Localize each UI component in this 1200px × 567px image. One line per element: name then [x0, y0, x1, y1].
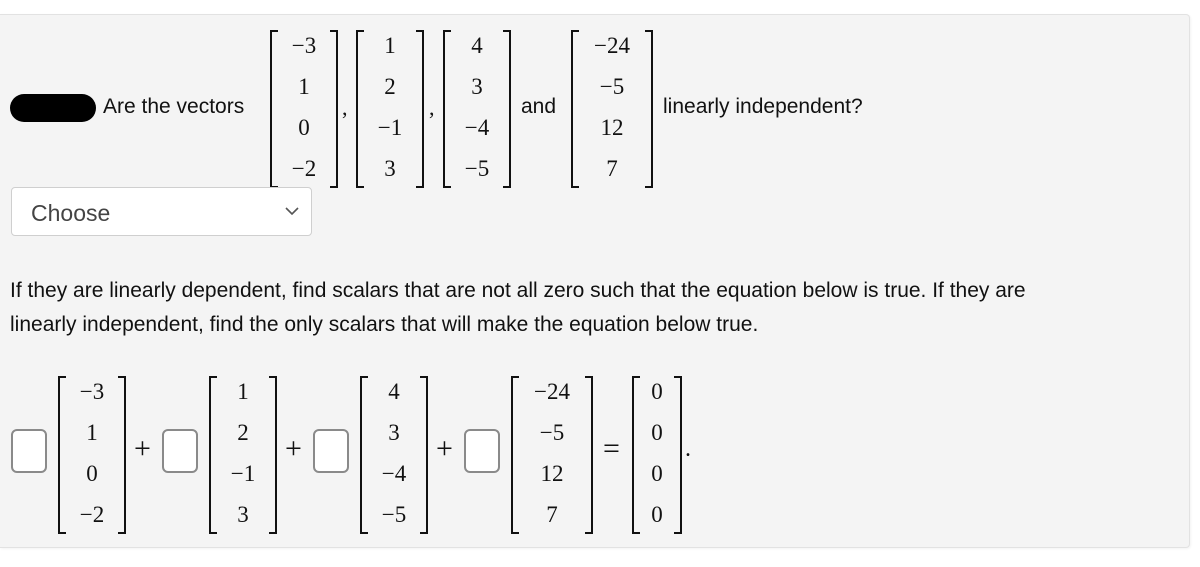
question-prefix: Are the vectors	[103, 95, 245, 118]
vector-entry: 0	[651, 420, 663, 445]
vector-entry: −5	[539, 420, 565, 445]
scalar-input-4[interactable]	[464, 429, 500, 473]
vector-entry: −4	[381, 461, 407, 486]
instructions-line-1: If they are linearly dependent, find sca…	[10, 279, 1026, 302]
question-vector-1: −3 1 0 −2	[270, 30, 338, 188]
vector-entry: 1	[86, 420, 98, 445]
vector-entry: −2	[79, 502, 105, 527]
chevron-down-icon	[285, 207, 299, 216]
vector-entry: −4	[464, 115, 490, 140]
vector-entry: 0	[651, 379, 663, 404]
and-word: and	[521, 95, 557, 118]
vector-entry: 1	[298, 74, 310, 99]
vector-entry: −1	[230, 461, 256, 486]
vector-entry: 0	[651, 502, 663, 527]
instructions-line-2: linearly independent, find the only scal…	[10, 313, 759, 336]
vector-entry: 4	[471, 33, 483, 58]
vector-entry: 0	[298, 115, 310, 140]
vector-entry: 7	[546, 502, 558, 527]
equation-vector-2: 1 2 −1 3	[209, 376, 277, 534]
plus-sign: +	[285, 432, 302, 465]
equals-sign: =	[603, 432, 620, 465]
vector-entry: −24	[594, 33, 630, 58]
vector-entry: −24	[534, 379, 570, 404]
question-vector-4: −24 −5 12 7	[571, 30, 653, 188]
vector-entry: −2	[291, 156, 317, 181]
question-vector-2: 1 2 −1 3	[356, 30, 424, 188]
vector-entry: 12	[540, 461, 564, 486]
answer-dropdown[interactable]: Choose	[11, 187, 312, 236]
vector-entry: −3	[291, 33, 317, 58]
vector-entry: 3	[471, 74, 483, 99]
redacted-label	[10, 94, 96, 122]
vector-entry: 0	[86, 461, 98, 486]
vector-entry: 3	[388, 420, 400, 445]
vector-entry: 0	[651, 461, 663, 486]
vector-entry: 2	[384, 74, 396, 99]
equation-vector-1: −3 1 0 −2	[58, 376, 126, 534]
plus-sign: +	[436, 432, 453, 465]
equation-vector-4: −24 −5 12 7	[511, 376, 593, 534]
vector-entry: 3	[237, 502, 249, 527]
dropdown-value: Choose	[31, 200, 111, 226]
vector-entry: −5	[464, 156, 490, 181]
plus-sign: +	[134, 432, 151, 465]
scalar-input-1[interactable]	[11, 429, 47, 473]
comma-separator: ,	[342, 95, 348, 120]
comma-separator: ,	[429, 95, 435, 120]
scalar-input-3[interactable]	[313, 429, 349, 473]
vector-entry: 2	[237, 420, 249, 445]
vector-entry: 1	[237, 379, 249, 404]
equation-vector-3: 4 3 −4 −5	[360, 376, 428, 534]
vector-entry: 4	[388, 379, 400, 404]
vector-entry: 3	[384, 156, 396, 181]
vector-entry: 1	[384, 33, 396, 58]
vector-entry: 12	[600, 115, 624, 140]
vector-entry: −5	[381, 502, 407, 527]
vector-entry: −1	[377, 115, 403, 140]
period: .	[685, 436, 691, 462]
vector-entry: 7	[606, 156, 618, 181]
vector-entry: −5	[599, 74, 625, 99]
zero-vector: 0 0 0 0	[632, 376, 682, 534]
vector-entry: −3	[79, 379, 105, 404]
question-vector-3: 4 3 −4 −5	[443, 30, 511, 188]
scalar-input-2[interactable]	[162, 429, 198, 473]
question-suffix: linearly independent?	[663, 95, 863, 118]
